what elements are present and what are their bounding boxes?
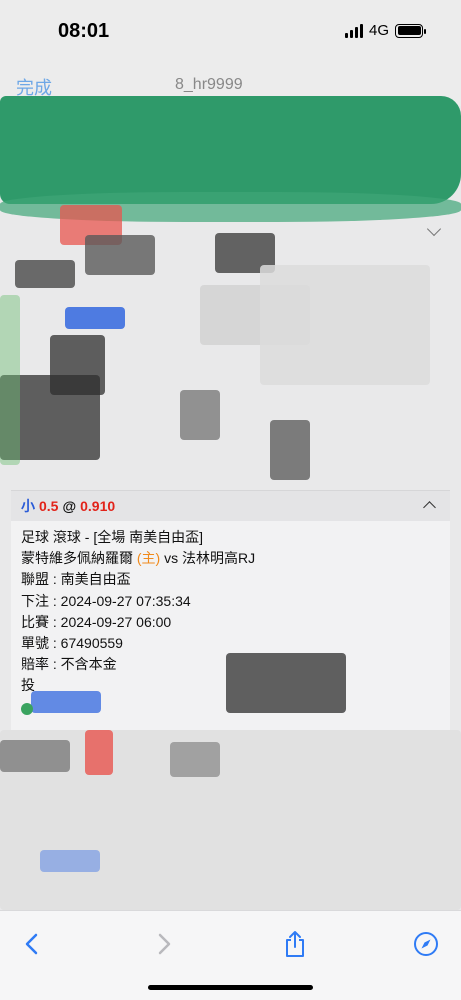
home-indicator [148, 985, 313, 990]
redaction-scribble [31, 691, 101, 713]
redacted-content [0, 205, 461, 490]
redaction-scribble [0, 96, 461, 222]
status-dot [21, 703, 33, 715]
share-icon[interactable] [280, 929, 310, 959]
bet-summary-header[interactable]: 小 0.5 @ 0.910 [11, 491, 450, 521]
bet-odds: 0.910 [80, 498, 116, 514]
home-tag: (主) [136, 550, 161, 567]
page-title: 8_hr9999 [175, 76, 243, 93]
chevron-up-icon[interactable] [423, 501, 436, 514]
bet-side: 小 [21, 498, 35, 514]
away-team: 法林明高RJ [182, 550, 256, 567]
vs-label: vs [164, 550, 179, 567]
sport-market: 足球 滾球 - [全場 南美自由盃] [21, 529, 203, 545]
status-bar: 08:01 4G [0, 0, 461, 62]
bet-at-symbol: @ [62, 498, 77, 514]
league-row: 聯盟 : 南美自由盃 [21, 571, 131, 588]
bet-line: 0.5 [39, 498, 59, 514]
redacted-content [0, 730, 461, 910]
compass-icon[interactable] [411, 929, 441, 959]
match-teams: 蒙特維多佩納羅爾 (主) vs 法林明高RJ [21, 548, 440, 569]
home-team: 蒙特維多佩納羅爾 [21, 550, 133, 567]
status-time: 08:01 [58, 20, 110, 42]
status-indicators: 4G [344, 22, 426, 39]
ticket-row: 單號 : 67490559 [21, 635, 123, 652]
signal-icon [344, 23, 363, 38]
battery-icon [395, 23, 426, 38]
forward-icon[interactable] [150, 929, 180, 959]
match-time-row: 比賽 : 2024-09-27 06:00 [21, 613, 172, 630]
bet-detail-card: 小 0.5 @ 0.910 足球 滾球 - [全場 南美自由盃] 蒙特維多佩納羅… [11, 490, 450, 730]
redaction-scribble [226, 653, 346, 713]
bet-time-row: 下注 : 2024-09-27 07:35:34 [21, 592, 191, 609]
back-icon[interactable] [16, 929, 46, 959]
network-label: 4G [368, 22, 389, 39]
